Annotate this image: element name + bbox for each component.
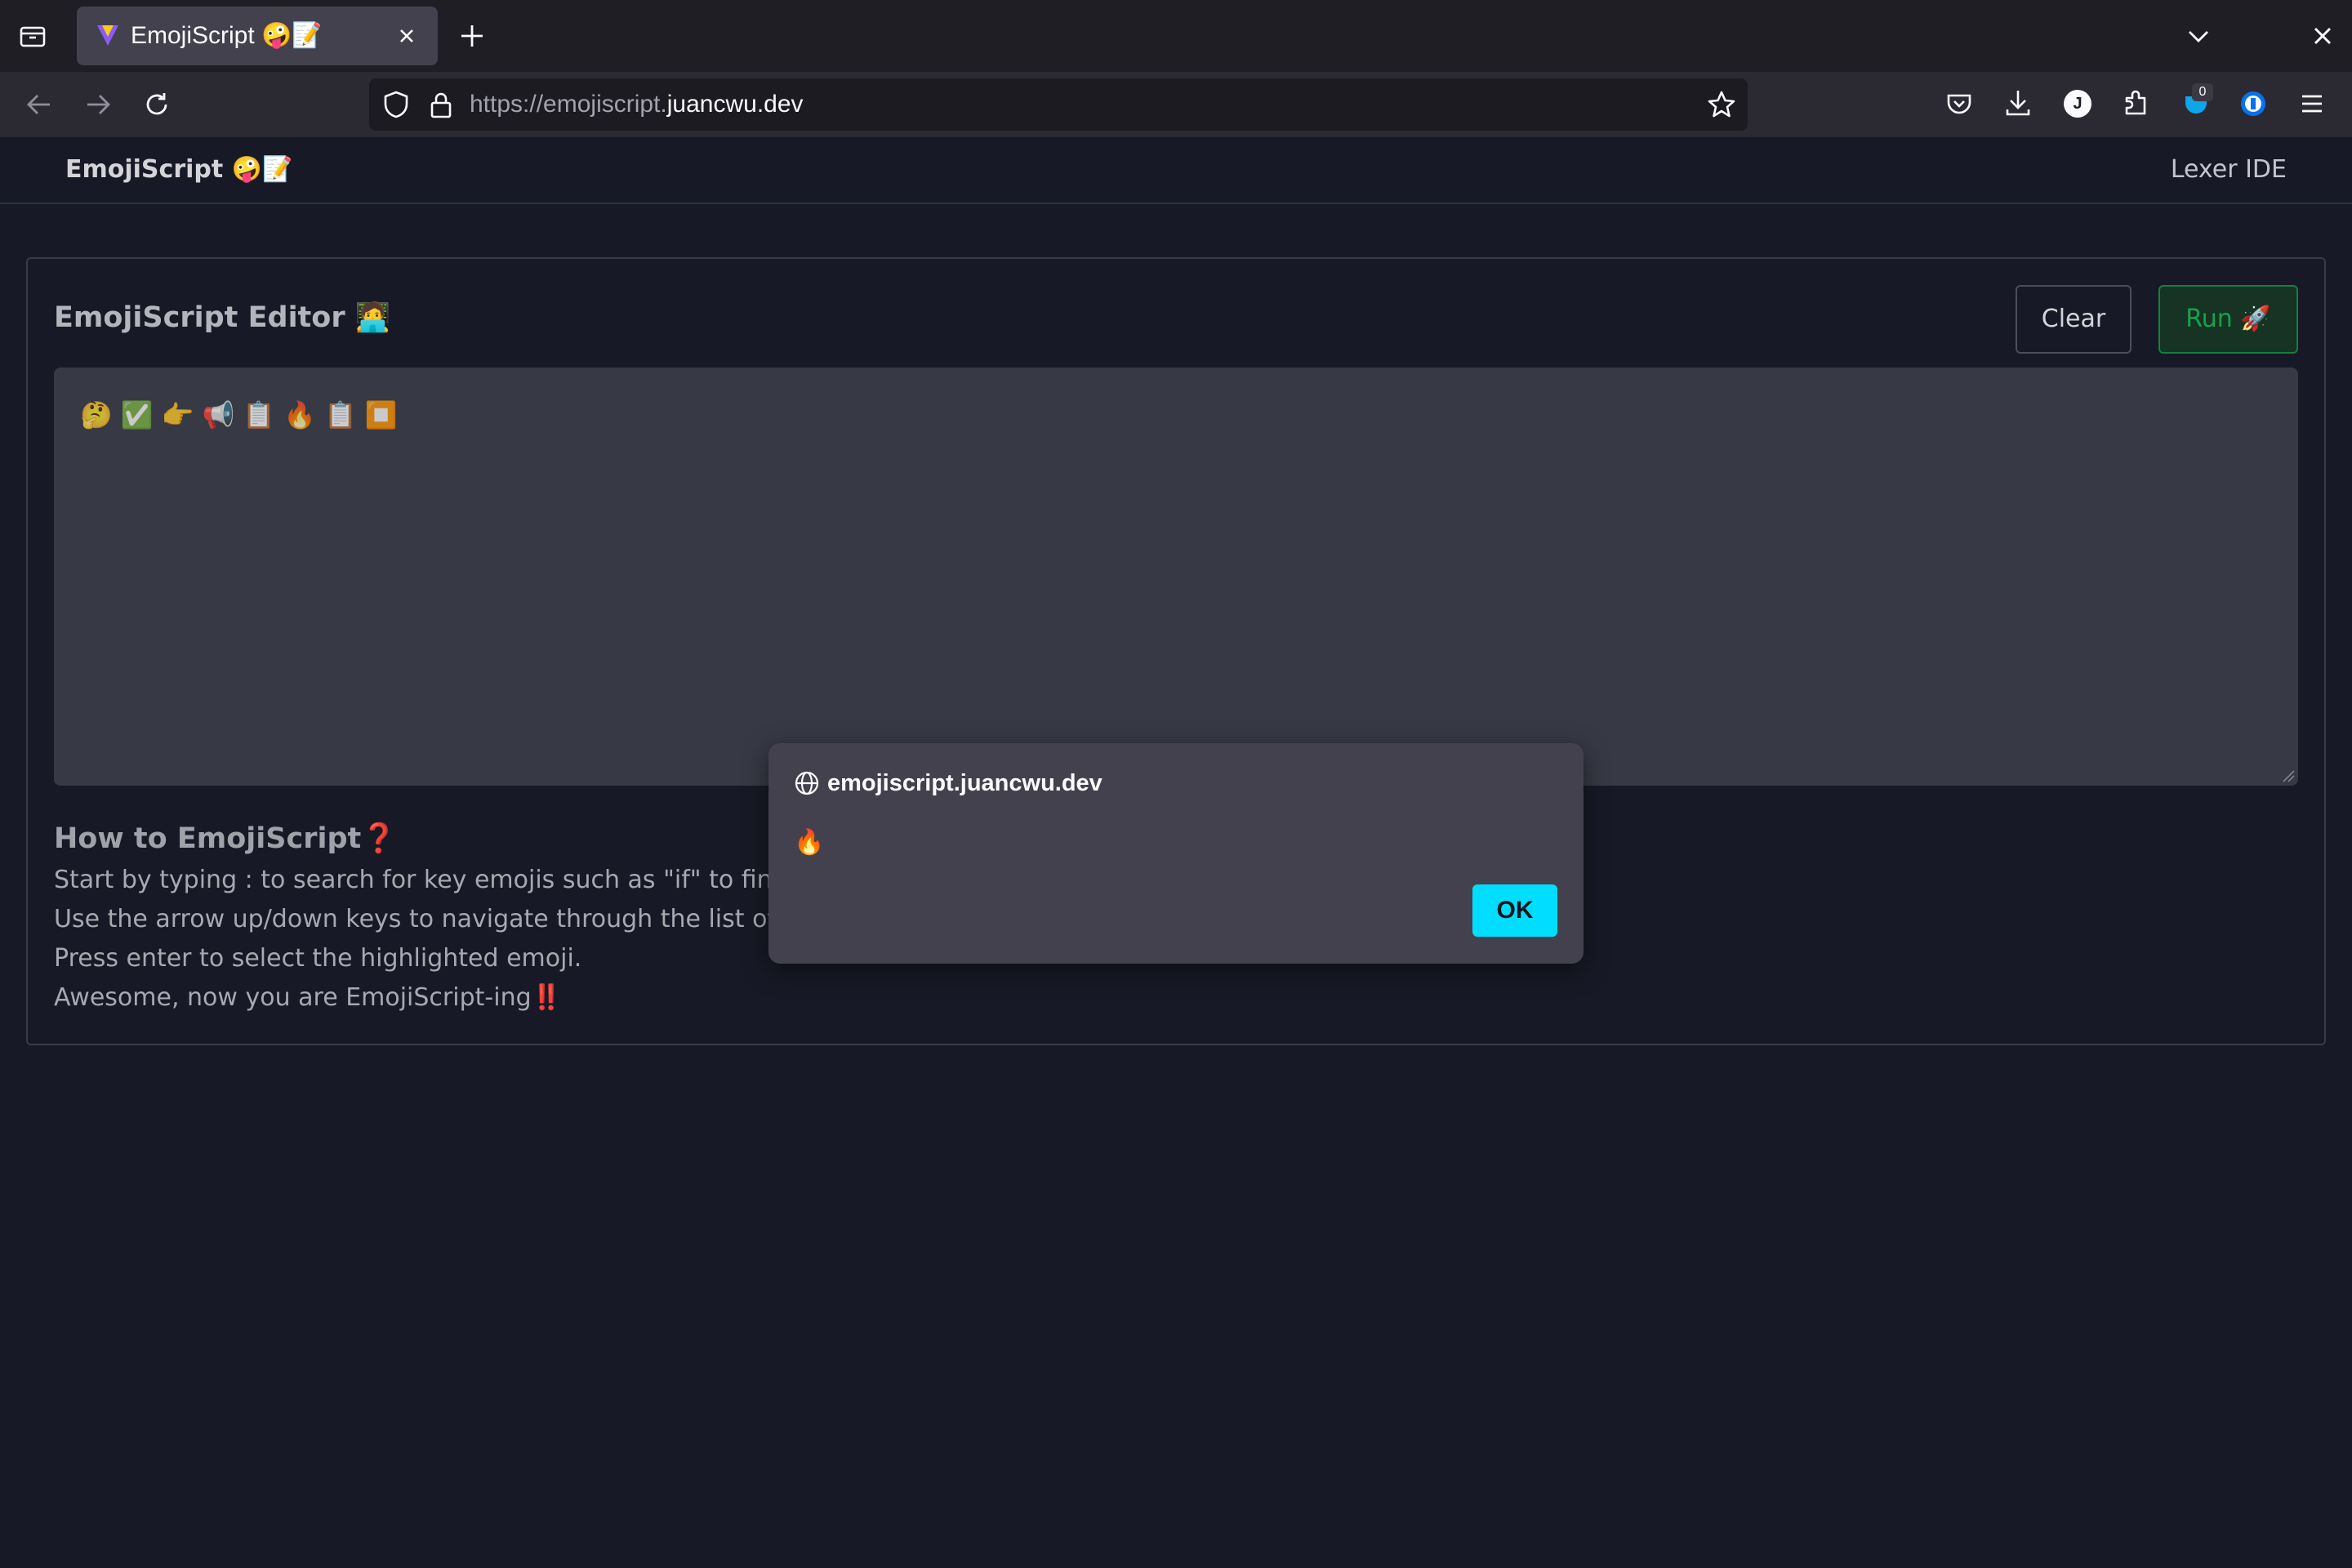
ok-button[interactable]: OK: [1472, 884, 1557, 937]
how-to-line: Use the arrow up/down keys to navigate t…: [54, 905, 823, 933]
globe-icon: [794, 770, 820, 796]
downloads-icon[interactable]: [2004, 88, 2032, 118]
reload-icon[interactable]: [142, 90, 172, 119]
app-menu-icon[interactable]: [2298, 90, 2326, 118]
pocket-icon[interactable]: [1945, 90, 1973, 118]
back-icon[interactable]: [24, 90, 54, 119]
dialog-message: 🔥: [794, 828, 825, 857]
tab-close-icon[interactable]: [395, 24, 418, 47]
site-header: [0, 137, 2352, 204]
site-brand[interactable]: EmojiScript 🤪📝: [65, 152, 292, 188]
tab-title: EmojiScript 🤪📝: [131, 22, 323, 49]
clear-button[interactable]: Clear: [2016, 285, 2132, 354]
tracking-protection-icon[interactable]: [382, 90, 410, 119]
how-to-title: How to EmojiScript❓: [54, 822, 397, 855]
resize-handle-icon[interactable]: [2282, 769, 2295, 782]
tab-favicon-icon: [95, 22, 121, 48]
password-manager-icon[interactable]: [2239, 90, 2267, 118]
run-button[interactable]: Run 🚀: [2158, 285, 2298, 354]
extensions-icon[interactable]: [2122, 88, 2151, 118]
tab-overview-icon[interactable]: [18, 21, 47, 51]
profile-avatar[interactable]: J: [2064, 90, 2091, 118]
how-to-line: Press enter to select the highlighted em…: [54, 944, 582, 973]
extension-badge: 0: [2192, 83, 2213, 101]
url-text[interactable]: https://emojiscript.juancwu.dev: [470, 87, 804, 122]
new-tab-icon[interactable]: [457, 21, 487, 51]
editor-title: EmojiScript Editor 🧑‍💻: [54, 301, 391, 334]
list-all-tabs-icon[interactable]: [2185, 23, 2212, 49]
lock-icon[interactable]: [428, 90, 454, 119]
how-to-line: Start by typing : to search for key emoj…: [54, 866, 826, 894]
dialog-origin: emojiscript.juancwu.dev: [827, 770, 1102, 796]
window-close-icon[interactable]: [2311, 24, 2334, 47]
editor-code: 🤔✅👉📢📋🔥📋⏹️: [80, 399, 406, 430]
how-to-line: Awesome, now you are EmojiScript-ing‼️: [54, 983, 562, 1012]
lexer-ide-link[interactable]: Lexer IDE: [2171, 152, 2287, 188]
bookmark-star-icon[interactable]: [1707, 90, 1736, 119]
forward-icon[interactable]: [83, 90, 113, 119]
